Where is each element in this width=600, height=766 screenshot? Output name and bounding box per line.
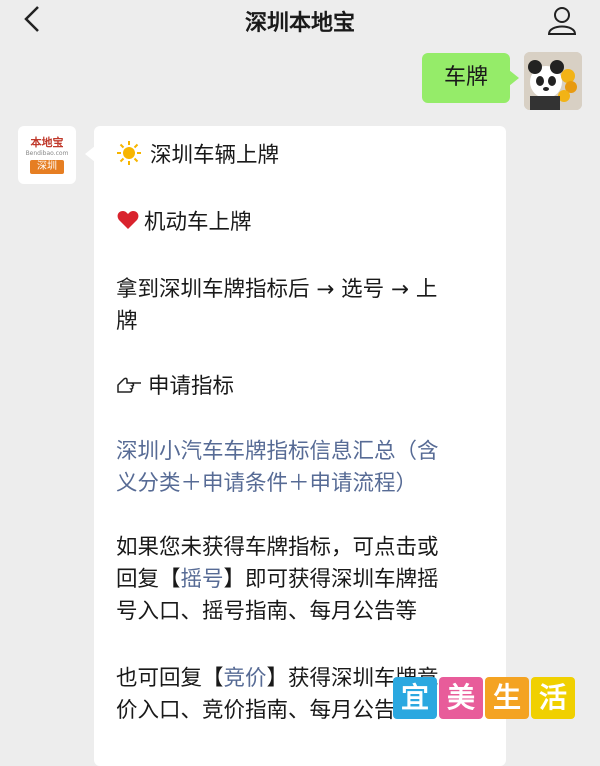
watermark-char: 宜 (393, 677, 437, 719)
reply-para1-line1: 如果您未获得车牌指标，可点击或 (116, 535, 439, 560)
reply-para1-line3: 号入口、摇号指南、每月公告等 (116, 599, 418, 624)
reply-subheading: 机动车上牌 (116, 207, 491, 239)
pointing-hand-icon (117, 377, 141, 393)
panda-avatar-image (524, 52, 582, 110)
reply-heading-text: 深圳车辆上牌 (150, 143, 280, 168)
reply-subheading-text: 机动车上牌 (144, 210, 252, 235)
bot-reply-bubble: 深圳车辆上牌 机动车上牌 拿到深圳车牌指标后 → 选号 → 上 牌 申请指标 深… (85, 126, 506, 766)
bidding-keyword-link[interactable]: 竞价 (224, 666, 267, 691)
user-message-text: 车牌 (443, 65, 488, 90)
page-title: 深圳本地宝 (244, 11, 355, 36)
reply-steps-line1: 拿到深圳车牌指标后 → 选号 → 上 (116, 277, 438, 302)
lottery-keyword-link[interactable]: 摇号 (181, 567, 224, 592)
reply-para2-pre: 也可回复【 (116, 666, 224, 691)
bot-logo-text: 本地宝 (30, 136, 64, 149)
reply-para1-line2: 回复【摇号】即可获得深圳车牌摇 (116, 564, 491, 596)
bot-avatar[interactable]: 本地宝 Bendibao.com 深圳 (18, 126, 76, 184)
reply-steps-line2: 牌 (116, 309, 138, 334)
watermark-char: 生 (485, 677, 529, 719)
reply-para1-post: 】即可获得深圳车牌摇 (223, 567, 439, 592)
bot-logo-domain: Bendibao.com (25, 150, 69, 157)
bot-logo-city: 深圳 (30, 160, 64, 174)
sun-icon (117, 141, 141, 165)
info-link-line1[interactable]: 深圳小汽车车牌指标信息汇总（含 (116, 436, 491, 468)
info-link-line2[interactable]: 义分类＋申请条件＋申请流程） (116, 468, 491, 500)
reply-apply-heading: 申请指标 (116, 371, 491, 403)
reply-heading: 深圳车辆上牌 (116, 140, 491, 172)
watermark-char: 美 (439, 677, 483, 719)
heart-icon (117, 211, 139, 229)
watermark-logo: 宜 美 生 活 (393, 677, 575, 719)
reply-apply-heading-text: 申请指标 (148, 374, 235, 399)
watermark-char: 活 (531, 677, 575, 719)
user-message-bubble[interactable]: 车牌 (421, 53, 520, 103)
person-icon[interactable] (546, 4, 578, 36)
user-avatar[interactable] (524, 52, 582, 110)
top-bar: 深圳本地宝 (0, 0, 600, 40)
reply-para1-pre: 回复【 (116, 567, 181, 592)
